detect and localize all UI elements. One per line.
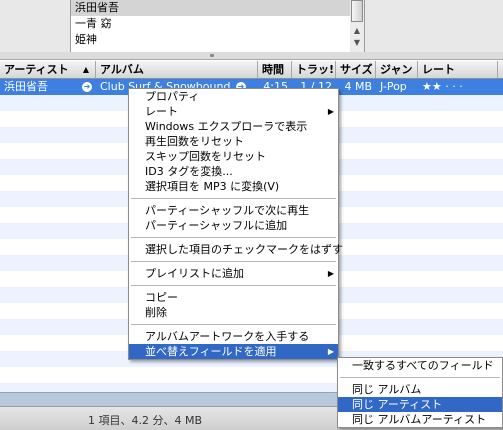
context-menu: プロパティレート ▶ Windows エクスプローラで表示 再生回数をリセットスキップ… xyxy=(128,88,343,360)
context-menu-item-label: 削除 xyxy=(145,306,167,319)
menu-separator xyxy=(131,198,336,199)
browser-item-hamada[interactable]: 浜田省吾 xyxy=(71,0,351,16)
browser-scrollbar[interactable]: ▲ ▼ xyxy=(350,0,365,52)
menu-separator xyxy=(131,324,336,325)
column-extra[interactable] xyxy=(498,61,503,78)
context-menu-item-label: パーティーシャッフルで次に再生 xyxy=(145,204,310,217)
column-artist-label: アーティスト xyxy=(4,63,69,76)
column-time-label: 時間 xyxy=(262,63,284,76)
column-size-label: サイズ xyxy=(340,63,373,76)
context-menu-item[interactable]: プロパティ xyxy=(129,89,338,104)
context-menu-item[interactable]: 並べ替えフィールドを適用 ▶ xyxy=(129,344,338,359)
context-menu-item[interactable]: レート ▶ xyxy=(129,104,338,119)
context-menu-item-label: 選択項目を MP3 に変換(V) xyxy=(145,180,280,193)
context-menu-item[interactable]: ID3 タグを変換... xyxy=(129,164,338,179)
apply-sort-field-submenu: 一致するすべてのフィールド 同じ アルバム 同じ アーティスト 同じ アルバムアーティ… xyxy=(337,357,503,428)
scroll-down-icon[interactable]: ▼ xyxy=(352,38,362,48)
context-menu-item[interactable]: パーティーシャッフルに追加 xyxy=(129,218,338,233)
context-menu-item-label: プロパティ xyxy=(145,90,200,103)
submenu-item[interactable]: 同じ アルバムアーティスト xyxy=(338,412,502,427)
context-menu-item-label: スキップ回数をリセット xyxy=(145,150,266,163)
artist-link-icon[interactable]: ➜ xyxy=(80,79,96,95)
column-size[interactable]: サイズ xyxy=(336,61,376,78)
column-album-label: アルバム xyxy=(100,63,144,76)
column-rating[interactable]: レート xyxy=(418,61,498,78)
context-menu-item-label: プレイリストに追加 xyxy=(145,267,244,280)
context-menu-item[interactable]: コピー xyxy=(129,290,338,305)
context-menu-item-label: ID3 タグを変換... xyxy=(145,165,233,178)
artist-browser-list[interactable]: 浜田省吾 一青 窈 姫神 xyxy=(70,0,352,52)
scrollbar-thumb[interactable] xyxy=(351,0,363,22)
submenu-arrow-icon: ▶ xyxy=(327,107,334,116)
menu-separator xyxy=(131,285,336,286)
context-menu-item[interactable]: パーティーシャッフルで次に再生 xyxy=(129,203,338,218)
menu-separator xyxy=(131,261,336,262)
status-text: 1 項目、4.2 分、4 MB xyxy=(88,414,203,427)
menu-separator xyxy=(131,237,336,238)
column-rating-label: レート xyxy=(422,63,455,76)
context-menu-item[interactable]: 選択項目を MP3 に変換(V) xyxy=(129,179,338,194)
column-track-label: トラッ! xyxy=(296,63,335,76)
context-menu-item[interactable]: アルバムアートワークを入手する xyxy=(129,329,338,344)
column-genre[interactable]: ジャン xyxy=(376,61,418,78)
track-size: 4 MB xyxy=(344,80,372,93)
context-menu-item[interactable]: スキップ回数をリセット xyxy=(129,149,338,164)
column-time[interactable]: 時間 xyxy=(258,61,292,78)
go-arrow-icon[interactable]: ➜ xyxy=(82,82,92,92)
menu-separator xyxy=(340,377,500,378)
context-menu-item-label: 再生回数をリセット xyxy=(145,135,244,148)
pane-splitter[interactable] xyxy=(0,52,503,60)
column-track[interactable]: トラッ! xyxy=(292,61,336,78)
column-genre-label: ジャン xyxy=(380,63,413,76)
browser-item-himegami[interactable]: 姫神 xyxy=(71,32,351,48)
context-menu-item-label: Windows エクスプローラで表示 xyxy=(145,120,308,133)
column-artist[interactable]: アーティスト ▲ xyxy=(0,61,96,78)
track-genre: J-Pop xyxy=(380,80,407,93)
context-menu-item-label: アルバムアートワークを入手する xyxy=(145,330,310,343)
browser-item-hitoto[interactable]: 一青 窈 xyxy=(71,16,351,32)
context-menu-item-label: 並べ替えフィールドを適用 xyxy=(145,345,277,358)
submenu-arrow-icon: ▶ xyxy=(327,269,334,278)
submenu-item[interactable]: 一致するすべてのフィールド xyxy=(338,358,502,373)
browser-pane: 浜田省吾 一青 窈 姫神 ▲ ▼ xyxy=(0,0,503,52)
column-album[interactable]: アルバム xyxy=(96,61,258,78)
context-menu-item-label: パーティーシャッフルに追加 xyxy=(145,219,288,232)
column-header: アーティスト ▲ アルバム 時間 トラッ! サイズ ジャン レート xyxy=(0,61,503,79)
context-menu-item-label: コピー xyxy=(145,291,178,304)
context-menu-item[interactable]: 再生回数をリセット xyxy=(129,134,338,149)
context-menu-item[interactable]: 削除 xyxy=(129,305,338,320)
submenu-item[interactable]: 同じ アルバム xyxy=(338,382,502,397)
submenu-item[interactable]: 同じ アーティスト xyxy=(338,397,502,412)
track-artist: 浜田省吾 xyxy=(4,80,48,93)
submenu-arrow-icon: ▶ xyxy=(327,347,334,356)
sort-ascending-icon: ▲ xyxy=(82,65,89,74)
track-rating[interactable]: ★★ · · · xyxy=(418,79,498,95)
scroll-up-icon[interactable]: ▲ xyxy=(352,26,362,36)
context-menu-item[interactable]: 選択した項目のチェックマークをはずす xyxy=(129,242,343,257)
context-menu-item-label: 選択した項目のチェックマークをはずす xyxy=(145,243,343,256)
context-menu-item-label: レート xyxy=(145,105,178,118)
context-menu-item[interactable]: Windows エクスプローラで表示 xyxy=(129,119,338,134)
splitter-grip-icon[interactable] xyxy=(210,54,214,57)
context-menu-item[interactable]: プレイリストに追加 ▶ xyxy=(129,266,338,281)
